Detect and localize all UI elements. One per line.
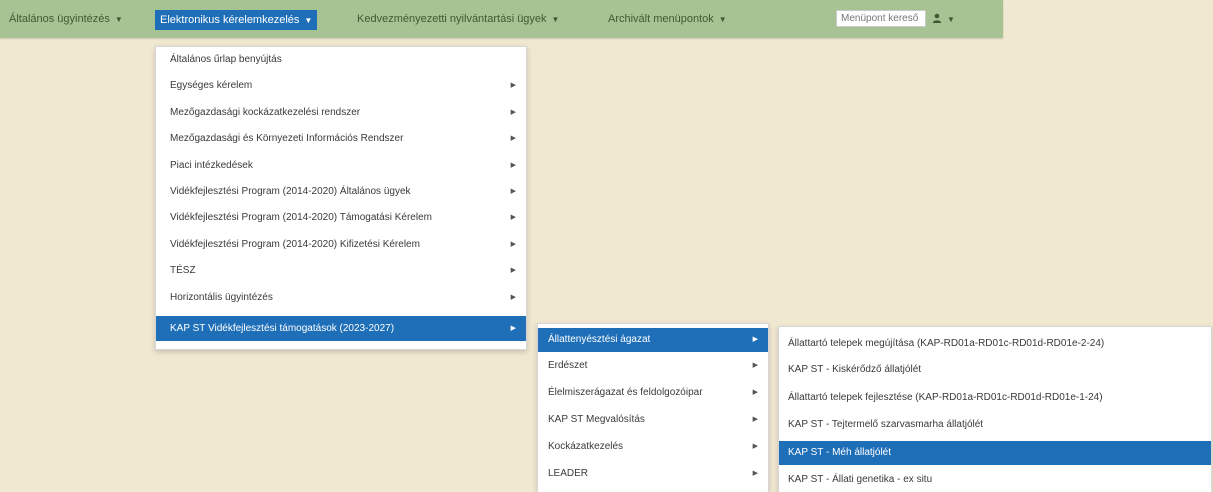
- menu-item-label: Mezőgazdasági kockázatkezelési rendszer: [170, 107, 361, 118]
- user-icon: [932, 13, 942, 23]
- menu-item-label: KAP ST - Tejtermelő szarvasmarha állatjó…: [788, 419, 984, 430]
- chevron-down-icon: ▼: [718, 15, 727, 24]
- menu-item-livestock-sector[interactable]: Állattenyésztési ágazat ▶: [538, 328, 768, 352]
- menu-item-label: Állattartó telepek megújítása (KAP-RD01a…: [788, 338, 1105, 349]
- menu-item-horizontal-affairs[interactable]: Horizontális ügyintézés ▶: [156, 287, 526, 309]
- menu-item-rdp-payment-application[interactable]: Vidékfejlesztési Program (2014-2020) Kif…: [156, 234, 526, 256]
- menu-item-risk-handling[interactable]: Kockázatkezelés ▶: [538, 436, 768, 458]
- nav-archived-menus[interactable]: Archivált menüpontok ▼: [603, 9, 732, 29]
- menu-item-label: KAP ST Vidékfejlesztési támogatások (202…: [170, 323, 395, 334]
- nav-general-affairs[interactable]: Általános ügyintézés ▼: [4, 9, 128, 29]
- menu-item-label: KAP ST - Állati genetika - ex situ: [788, 474, 933, 485]
- menu-item-unified-application[interactable]: Egységes kérelem ▶: [156, 75, 526, 97]
- chevron-right-icon: ▶: [510, 162, 516, 169]
- menu-item-small-ruminant-welfare[interactable]: KAP ST - Kiskérődző állatjólét: [779, 359, 1211, 381]
- chevron-down-icon: ▼: [304, 16, 313, 25]
- menu-item-farm-development[interactable]: Állattartó telepek fejlesztése (KAP-RD01…: [779, 387, 1211, 409]
- menu-item-label: KAP ST - Kiskérődző állatjólét: [788, 364, 922, 375]
- menu-item-label: KAP ST - Méh állatjólét: [788, 447, 892, 458]
- chevron-right-icon: ▶: [752, 389, 758, 396]
- livestock-submenu: Állattartó telepek megújítása (KAP-RD01a…: [778, 326, 1212, 492]
- menu-item-bee-welfare[interactable]: KAP ST - Méh állatjólét: [779, 441, 1211, 465]
- menu-item-label: Általános űrlap benyújtás: [170, 54, 282, 65]
- nav-archived-menus-label: Archivált menüpontok: [608, 13, 714, 25]
- menu-item-label: Kockázatkezelés: [548, 441, 624, 452]
- menu-item-animal-genetics-ex-situ[interactable]: KAP ST - Állati genetika - ex situ: [779, 469, 1211, 491]
- menu-item-tesz[interactable]: TÉSZ ▶: [156, 260, 526, 282]
- menu-item-label: Állattenyésztési ágazat: [548, 334, 651, 345]
- chevron-right-icon: ▶: [510, 214, 516, 221]
- electronic-applications-dropdown: Általános űrlap benyújtás Egységes kérel…: [155, 46, 527, 350]
- menu-item-label: Mezőgazdasági és Környezeti Információs …: [170, 133, 404, 144]
- menu-item-label: Erdészet: [548, 360, 588, 371]
- chevron-right-icon: ▶: [510, 325, 516, 332]
- menu-item-label: Élelmiszerágazat és feldolgozóipar: [548, 387, 703, 398]
- menu-item-label: Vidékfejlesztési Program (2014-2020) Tám…: [170, 212, 432, 223]
- menu-item-kap-st-rural-development[interactable]: KAP ST Vidékfejlesztési támogatások (202…: [156, 316, 526, 341]
- menu-item-label: Horizontális ügyintézés: [170, 292, 273, 303]
- chevron-right-icon: ▶: [510, 135, 516, 142]
- chevron-right-icon: ▶: [510, 109, 516, 116]
- menu-item-risk-management[interactable]: Mezőgazdasági kockázatkezelési rendszer ▶: [156, 102, 526, 124]
- menu-item-rdp-general[interactable]: Vidékfejlesztési Program (2014-2020) Ált…: [156, 181, 526, 203]
- menu-item-farm-renewal[interactable]: Állattartó telepek megújítása (KAP-RD01a…: [779, 333, 1211, 355]
- chevron-right-icon: ▶: [752, 416, 758, 423]
- chevron-right-icon: ▶: [510, 294, 516, 301]
- menu-item-forestry[interactable]: Erdészet ▶: [538, 355, 768, 377]
- menu-item-rdp-support-application[interactable]: Vidékfejlesztési Program (2014-2020) Tám…: [156, 207, 526, 229]
- user-menu-button[interactable]: ▼: [932, 10, 955, 28]
- chevron-right-icon: ▶: [752, 336, 758, 343]
- chevron-right-icon: ▶: [510, 188, 516, 195]
- nav-beneficiary-registry-label: Kedvezményezetti nyilvántartási ügyek: [357, 13, 547, 25]
- menu-item-market-measures[interactable]: Piaci intézkedések ▶: [156, 155, 526, 177]
- nav-general-affairs-label: Általános ügyintézés: [9, 13, 110, 25]
- chevron-right-icon: ▶: [752, 470, 758, 477]
- menu-item-general-form[interactable]: Általános űrlap benyújtás: [156, 49, 526, 71]
- nav-electronic-applications[interactable]: Elektronikus kérelemkezelés ▼: [155, 10, 318, 30]
- chevron-right-icon: ▶: [752, 443, 758, 450]
- menu-item-kap-st-implementation[interactable]: KAP ST Megvalósítás ▶: [538, 409, 768, 431]
- nav-beneficiary-registry[interactable]: Kedvezményezetti nyilvántartási ügyek ▼: [352, 9, 564, 29]
- chevron-right-icon: ▶: [752, 362, 758, 369]
- chevron-down-icon: ▼: [947, 15, 955, 24]
- menu-item-dairy-cattle-welfare[interactable]: KAP ST - Tejtermelő szarvasmarha állatjó…: [779, 414, 1211, 436]
- menu-item-label: Piaci intézkedések: [170, 160, 253, 171]
- menu-item-label: TÉSZ: [170, 265, 196, 276]
- chevron-down-icon: ▼: [114, 15, 123, 24]
- nav-electronic-applications-label: Elektronikus kérelemkezelés: [160, 14, 300, 26]
- menu-search-input[interactable]: [836, 10, 926, 27]
- menu-item-food-industry[interactable]: Élelmiszerágazat és feldolgozóipar ▶: [538, 382, 768, 404]
- menu-item-label: KAP ST Megvalósítás: [548, 414, 645, 425]
- menu-item-environmental-info-system[interactable]: Mezőgazdasági és Környezeti Információs …: [156, 128, 526, 150]
- chevron-down-icon: ▼: [551, 15, 560, 24]
- top-navbar: Általános ügyintézés ▼ Elektronikus kérel…: [0, 0, 1003, 38]
- chevron-right-icon: ▶: [510, 82, 516, 89]
- chevron-right-icon: ▶: [510, 241, 516, 248]
- menu-item-leader[interactable]: LEADER ▶: [538, 463, 768, 485]
- menu-item-label: Vidékfejlesztési Program (2014-2020) Kif…: [170, 239, 420, 250]
- menu-item-label: Egységes kérelem: [170, 80, 253, 91]
- kap-st-submenu: Állattenyésztési ágazat ▶ Erdészet ▶ Élelm…: [537, 323, 769, 492]
- menu-item-label: Vidékfejlesztési Program (2014-2020) Ált…: [170, 186, 411, 197]
- menu-item-label: Állattartó telepek fejlesztése (KAP-RD01…: [788, 392, 1103, 403]
- menu-item-label: LEADER: [548, 468, 589, 479]
- chevron-right-icon: ▶: [510, 267, 516, 274]
